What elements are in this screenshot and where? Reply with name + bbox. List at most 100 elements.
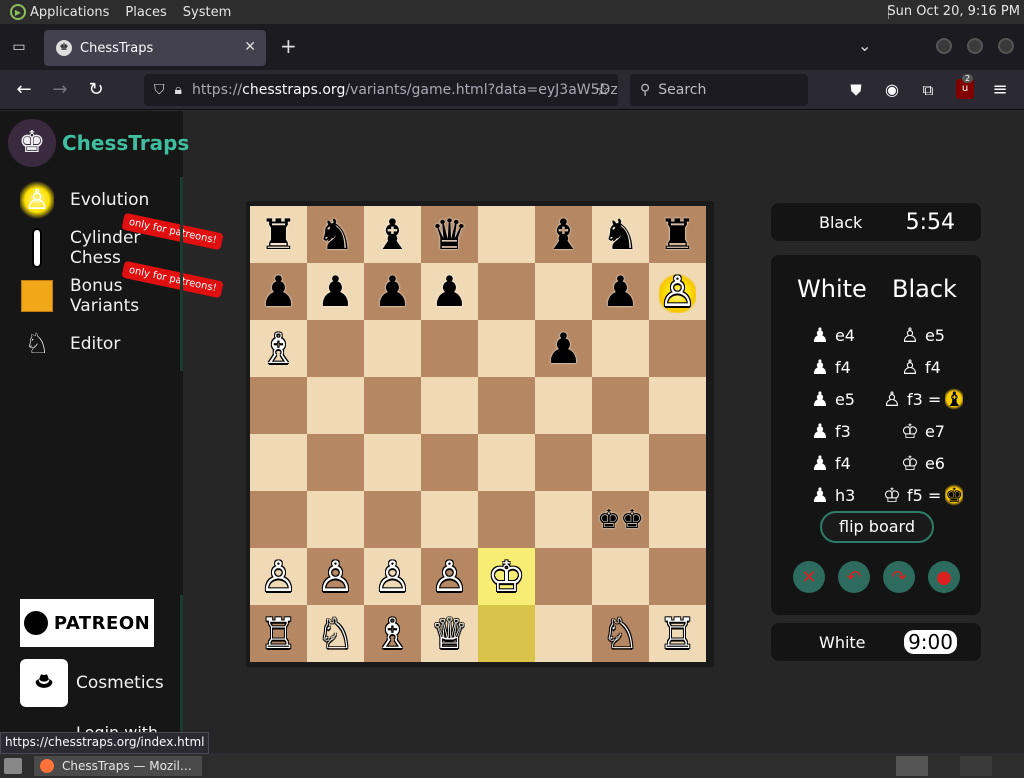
url-text[interactable]: https://chesstraps.org/variants/game.htm…: [192, 82, 618, 98]
board-square[interactable]: ♗: [364, 605, 421, 662]
board-square[interactable]: ♞: [307, 206, 364, 263]
applications-menu[interactable]: Applications: [30, 5, 109, 20]
board-square[interactable]: ♙: [307, 548, 364, 605]
board-square[interactable]: ♟: [535, 320, 592, 377]
board-square[interactable]: ♟: [250, 263, 307, 320]
board-square[interactable]: [649, 320, 706, 377]
resign-x-icon[interactable]: ✕: [793, 561, 825, 593]
board-square[interactable]: [535, 491, 592, 548]
board-square[interactable]: ♝: [535, 206, 592, 263]
show-desktop-icon[interactable]: [4, 758, 22, 774]
board-square[interactable]: ♘: [592, 605, 649, 662]
board-square[interactable]: [307, 377, 364, 434]
board-square[interactable]: [421, 377, 478, 434]
board-square[interactable]: [364, 434, 421, 491]
black-piece[interactable]: ♟: [317, 270, 355, 313]
new-tab-icon[interactable]: +: [280, 36, 297, 56]
system-clock[interactable]: Sun Oct 20, 9:16 PM: [887, 4, 1020, 19]
maximize-window-icon[interactable]: [967, 38, 983, 54]
patreon-button[interactable]: PATREON: [20, 599, 154, 647]
close-window-icon[interactable]: [998, 38, 1014, 54]
taskbar-firefox-window[interactable]: ChessTraps — Mozil…: [34, 756, 202, 776]
board-square[interactable]: [649, 491, 706, 548]
gnome-logo-icon[interactable]: ▶: [10, 4, 26, 20]
board-square[interactable]: ♟: [364, 263, 421, 320]
board-square[interactable]: ♙: [649, 263, 706, 320]
lock-icon[interactable]: 🔒︎: [175, 82, 182, 98]
board-square[interactable]: ♟: [592, 263, 649, 320]
white-move[interactable]: ♟ f4: [811, 355, 851, 379]
black-piece[interactable]: ♞: [602, 213, 640, 256]
forward-arrow-icon[interactable]: →: [48, 78, 72, 102]
black-piece[interactable]: ♝: [545, 213, 583, 256]
board-square[interactable]: [478, 605, 535, 662]
pocket-icon[interactable]: ⛊: [844, 78, 868, 102]
board-square[interactable]: ♗: [250, 320, 307, 377]
hamburger-menu-icon[interactable]: ≡: [988, 78, 1012, 102]
board-square[interactable]: [535, 548, 592, 605]
reload-icon[interactable]: ↻: [84, 78, 108, 102]
board-square[interactable]: ♟: [307, 263, 364, 320]
white-move[interactable]: ♟ f4: [811, 451, 851, 475]
close-tab-icon[interactable]: ✕: [244, 39, 256, 55]
black-piece[interactable]: ♞: [317, 213, 355, 256]
black-piece[interactable]: ♚♚: [597, 507, 644, 533]
white-piece[interactable]: ♙: [431, 555, 469, 598]
search-input[interactable]: ⚲ Search: [630, 74, 808, 106]
board-square[interactable]: ♖: [250, 605, 307, 662]
board-square[interactable]: ♙: [421, 548, 478, 605]
account-icon[interactable]: ◉: [880, 78, 904, 102]
white-piece[interactable]: ♙: [658, 270, 697, 313]
white-move[interactable]: ♟ h3: [811, 483, 855, 507]
black-piece[interactable]: ♟: [260, 270, 298, 313]
workspace-1[interactable]: [896, 756, 928, 776]
black-move[interactable]: ♙ f3 = ♝: [883, 387, 969, 411]
places-menu[interactable]: Places: [125, 5, 166, 20]
cosmetics-button[interactable]: 🎩︎ Cosmetics: [20, 659, 164, 707]
board-square[interactable]: [421, 491, 478, 548]
board-square[interactable]: ♘: [307, 605, 364, 662]
black-move[interactable]: ♙ e5: [901, 323, 945, 347]
minimize-window-icon[interactable]: [936, 38, 952, 54]
white-piece[interactable]: ♖: [260, 612, 298, 655]
board-square[interactable]: ♟: [421, 263, 478, 320]
board-square[interactable]: [250, 491, 307, 548]
board-square[interactable]: ♔: [478, 548, 535, 605]
board-square[interactable]: [478, 377, 535, 434]
board-square[interactable]: [592, 377, 649, 434]
board-square[interactable]: [535, 263, 592, 320]
white-piece[interactable]: ♘: [317, 612, 355, 655]
black-piece[interactable]: ♟: [374, 270, 412, 313]
board-square[interactable]: [478, 263, 535, 320]
board-square[interactable]: [592, 548, 649, 605]
undo-arrow-icon[interactable]: ↶: [838, 561, 870, 593]
white-piece[interactable]: ♘: [602, 612, 640, 655]
board-square[interactable]: [478, 206, 535, 263]
board-square[interactable]: [592, 434, 649, 491]
board-square[interactable]: ♙: [364, 548, 421, 605]
board-square[interactable]: ♚♚: [592, 491, 649, 548]
white-piece[interactable]: ♔: [488, 555, 526, 598]
extensions-icon[interactable]: ⧉: [916, 78, 940, 102]
black-piece[interactable]: ♟: [602, 270, 640, 313]
tab-list-icon[interactable]: ▭: [8, 36, 30, 58]
black-move[interactable]: ♔ e7: [901, 419, 945, 443]
board-square[interactable]: ♕: [421, 605, 478, 662]
board-square[interactable]: [307, 434, 364, 491]
board-square[interactable]: [649, 434, 706, 491]
white-move[interactable]: ♟ e4: [811, 323, 855, 347]
board-square[interactable]: ♛: [421, 206, 478, 263]
board-square[interactable]: [421, 320, 478, 377]
sidebar-item-editor[interactable]: ♘ Editor: [20, 323, 120, 365]
board-square[interactable]: [250, 377, 307, 434]
black-piece[interactable]: ♜: [659, 213, 697, 256]
white-piece[interactable]: ♙: [260, 555, 298, 598]
black-piece[interactable]: ♜: [260, 213, 298, 256]
redo-arrow-icon[interactable]: ↷: [883, 561, 915, 593]
board-square[interactable]: [535, 434, 592, 491]
board-square[interactable]: ♜: [250, 206, 307, 263]
bookmark-star-icon[interactable]: ☆: [596, 80, 610, 99]
black-move[interactable]: ♔ e6: [901, 451, 945, 475]
white-piece[interactable]: ♙: [317, 555, 355, 598]
board-square[interactable]: [307, 320, 364, 377]
